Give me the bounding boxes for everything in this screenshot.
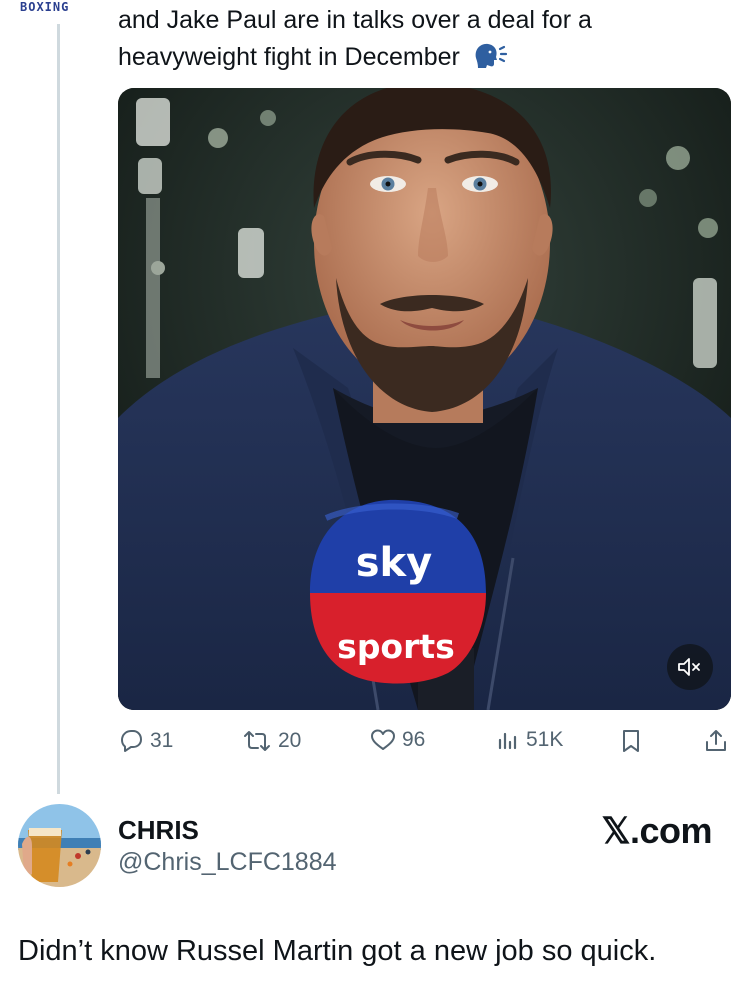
reply-icon: [118, 728, 144, 754]
bar-chart-icon: [496, 728, 520, 752]
tweet-actions: 31 20 96 51K: [116, 728, 736, 762]
tweet-text-line-2: heavyweight fight in December: [118, 39, 728, 80]
repost-icon: [242, 728, 272, 754]
speaker-muted-icon: [677, 656, 703, 678]
tweet-text-line-2-text: heavyweight fight in December: [118, 43, 460, 71]
views-count: 51K: [526, 728, 564, 751]
tweet-text-line-1: and Jake Paul are in talks over a deal f…: [118, 6, 592, 34]
mic-logo-bottom: sports: [337, 627, 455, 666]
tweet-video[interactable]: sky sports: [118, 88, 731, 710]
author-handle[interactable]: @Chris_LCFC1884: [118, 848, 337, 877]
views-button[interactable]: 51K: [496, 728, 563, 752]
author-name[interactable]: CHRIS: [118, 815, 199, 846]
video-frame: sky sports: [118, 88, 731, 710]
mute-button[interactable]: [667, 644, 713, 690]
repost-button[interactable]: 20: [242, 728, 301, 754]
like-button[interactable]: 96: [370, 728, 425, 752]
heart-icon: [370, 728, 396, 752]
avatar[interactable]: [18, 804, 101, 887]
reply-count: 31: [150, 729, 174, 752]
like-count: 96: [402, 728, 426, 751]
repost-count: 20: [278, 729, 302, 752]
share-icon: [704, 728, 728, 754]
bookmark-button[interactable]: [620, 728, 642, 754]
post-text: Didn’t know Russel Martin got a new job …: [18, 935, 657, 967]
bookmark-icon: [620, 728, 642, 754]
thread-line: [57, 24, 60, 794]
corner-tag: BOXING: [20, 0, 70, 14]
x-com-watermark: 𝕏.com: [601, 810, 712, 851]
speaking-head-icon: [473, 41, 509, 80]
tweet-text: and Jake Paul are in talks over a deal f…: [118, 2, 728, 80]
share-button[interactable]: [704, 728, 728, 754]
mic-logo-top: sky: [356, 540, 432, 586]
reply-button[interactable]: 31: [118, 728, 173, 754]
